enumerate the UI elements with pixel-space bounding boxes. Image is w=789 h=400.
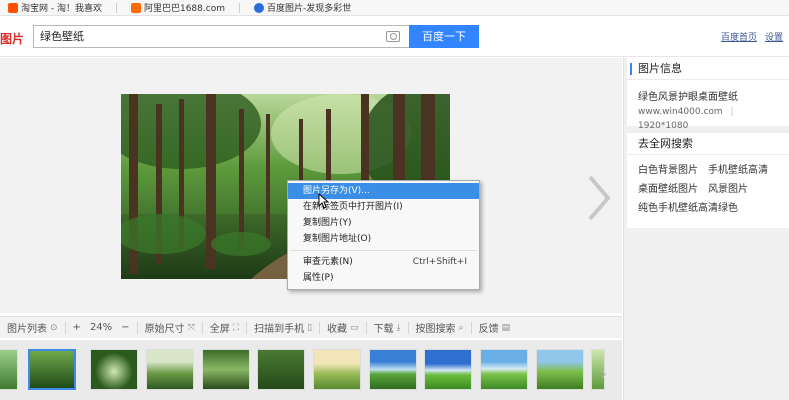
zoom-control: + 24% − xyxy=(66,322,137,333)
baidu-home-link[interactable]: 百度首页 xyxy=(721,30,757,43)
menu-copy-image[interactable]: 复制图片(Y) xyxy=(288,215,479,231)
thumbnail[interactable] xyxy=(146,349,194,390)
menu-shortcut: Ctrl+Shift+I xyxy=(412,257,467,267)
bookmark-1688[interactable]: 阿里巴巴1688.com xyxy=(130,1,225,14)
web-search-title: 去全网搜索 xyxy=(627,133,789,155)
image-source[interactable]: www.win4000.com xyxy=(638,107,723,117)
menu-item-label: 审查元素(N) xyxy=(303,257,353,267)
chevron-right-icon[interactable]: › xyxy=(601,364,607,383)
logo[interactable]: 图片 xyxy=(0,30,24,47)
download-icon: ⤓ xyxy=(396,322,401,333)
thumbnail[interactable] xyxy=(313,349,361,390)
baidu-paw-icon xyxy=(253,2,264,13)
search-input[interactable]: 绿色壁纸 xyxy=(33,25,409,48)
menu-item-label: 复制图片地址(O) xyxy=(303,234,372,244)
bookmark-label: 阿里巴巴1688.com xyxy=(143,4,225,14)
toolbar-label: 扫描到手机 xyxy=(254,324,305,335)
header-links: 百度首页 设置 xyxy=(721,30,783,43)
alibaba-icon xyxy=(130,2,141,13)
phone-icon: ▯ xyxy=(307,322,313,333)
thumbnail[interactable] xyxy=(536,349,584,390)
toolbar-label: 全屏 xyxy=(209,324,230,335)
search-button[interactable]: 百度一下 xyxy=(409,25,479,48)
feedback-button[interactable]: 反馈 ▤ xyxy=(472,320,518,336)
expand-icon: ⤧ xyxy=(187,322,195,333)
info-sidebar: 图片信息 绿色风景护眼桌面壁纸 www.win4000.com | 1920*1… xyxy=(623,58,789,400)
thumbnail-selected[interactable] xyxy=(28,349,76,390)
image-meta: www.win4000.com | 1920*1080 xyxy=(627,105,789,133)
fullscreen-button[interactable]: 全屏 ⛶ xyxy=(203,320,246,336)
menu-inspect-element[interactable]: 审查元素(N) Ctrl+Shift+I xyxy=(288,254,479,270)
menu-copy-image-address[interactable]: 复制图片地址(O) xyxy=(288,231,479,247)
image-info-title: 图片信息 xyxy=(627,58,789,80)
menu-item-label: 属性(P) xyxy=(303,273,334,283)
scan-to-phone-button[interactable]: 扫描到手机 ▯ xyxy=(247,320,319,336)
related-tag[interactable]: 桌面壁纸图片 xyxy=(638,180,698,195)
chevron-down-icon: ⊙ xyxy=(50,322,58,333)
menu-item-label: 图片另存为(V)... xyxy=(303,186,370,196)
web-search-panel: 去全网搜索 白色背景图片 手机壁纸高清 桌面壁纸图片 风景图片 纯色手机壁纸高清… xyxy=(627,133,789,228)
thumbnail-strip: › xyxy=(0,340,622,400)
thumbnail[interactable] xyxy=(90,349,138,390)
menu-open-image-new-tab[interactable]: 在新标签页中打开图片(I) xyxy=(288,199,479,215)
thumbnail[interactable] xyxy=(369,349,417,390)
image-size: 1920*1080 xyxy=(638,121,689,131)
zoom-level: 24% xyxy=(89,322,113,333)
bookmarks-bar: 淘宝网 - 淘！我喜欢 阿里巴巴1688.com 百度图片-发现多彩世 xyxy=(0,0,789,16)
related-tags: 白色背景图片 手机壁纸高清 桌面壁纸图片 风景图片 纯色手机壁纸高清绿色 xyxy=(627,155,789,214)
next-image-arrow-icon[interactable] xyxy=(584,173,614,223)
thumbnail[interactable] xyxy=(480,349,528,390)
thumbnail[interactable] xyxy=(424,349,472,390)
taobao-icon xyxy=(8,2,18,13)
related-tag[interactable]: 手机壁纸高清 xyxy=(708,161,768,176)
image-title[interactable]: 绿色风景护眼桌面壁纸 xyxy=(627,90,789,105)
toolbar-label: 原始尺寸 xyxy=(144,324,185,335)
image-info-panel: 图片信息 绿色风景护眼桌面壁纸 www.win4000.com | 1920*1… xyxy=(627,58,789,131)
bookmark-divider xyxy=(115,2,117,13)
bookmark-label: 淘宝网 - 淘！我喜欢 xyxy=(21,4,102,14)
folder-icon: ▭ xyxy=(350,322,359,333)
viewer-toolbar: 图片列表 ⊙ + 24% − 原始尺寸 ⤧ 全屏 ⛶ 扫描到手机 ▯ 收藏 ▭ … xyxy=(0,316,622,338)
related-tag[interactable]: 纯色手机壁纸高清绿色 xyxy=(638,199,738,214)
mouse-cursor-icon xyxy=(318,193,330,209)
menu-item-label: 复制图片(Y) xyxy=(303,218,352,228)
image-list-button[interactable]: 图片列表 ⊙ xyxy=(0,320,65,336)
menu-divider xyxy=(290,250,477,251)
zoom-in-button[interactable]: + xyxy=(73,322,81,333)
feedback-icon: ▤ xyxy=(501,322,511,333)
download-button[interactable]: 下载 ⤓ xyxy=(367,320,408,336)
meta-divider: | xyxy=(730,107,734,117)
camera-icon[interactable] xyxy=(386,31,400,42)
related-tag[interactable]: 白色背景图片 xyxy=(638,161,698,176)
fullscreen-icon: ⛶ xyxy=(232,322,240,333)
context-menu: 图片另存为(V)... 在新标签页中打开图片(I) 复制图片(Y) 复制图片地址… xyxy=(287,180,480,290)
bookmark-baidu-image[interactable]: 百度图片-发现多彩世 xyxy=(253,1,352,14)
thumbnail[interactable] xyxy=(202,349,250,390)
menu-save-image-as[interactable]: 图片另存为(V)... xyxy=(288,183,479,199)
menu-properties[interactable]: 属性(P) xyxy=(288,270,479,286)
bookmark-taobao[interactable]: 淘宝网 - 淘！我喜欢 xyxy=(8,1,102,14)
toolbar-label: 下载 xyxy=(373,324,394,335)
toolbar-label: 图片列表 xyxy=(7,324,47,335)
search-icon: ⌕ xyxy=(458,322,464,333)
zoom-out-button[interactable]: − xyxy=(121,322,129,333)
search-header: 图片 绿色壁纸 百度一下 百度首页 设置 xyxy=(0,17,789,57)
toolbar-label: 收藏 xyxy=(327,324,348,335)
toolbar-label: 反馈 xyxy=(478,324,499,335)
toolbar-label: 按图搜索 xyxy=(415,324,456,335)
thumbnail[interactable] xyxy=(0,349,18,390)
bookmark-divider xyxy=(238,2,240,13)
original-size-button[interactable]: 原始尺寸 ⤧ xyxy=(138,320,202,336)
search-by-image-button[interactable]: 按图搜索 ⌕ xyxy=(409,320,471,336)
favorite-button[interactable]: 收藏 ▭ xyxy=(320,320,366,336)
thumbnail[interactable] xyxy=(257,349,305,390)
settings-link[interactable]: 设置 xyxy=(765,30,783,43)
bookmark-label: 百度图片-发现多彩世 xyxy=(266,4,352,14)
related-tag[interactable]: 风景图片 xyxy=(708,180,748,195)
